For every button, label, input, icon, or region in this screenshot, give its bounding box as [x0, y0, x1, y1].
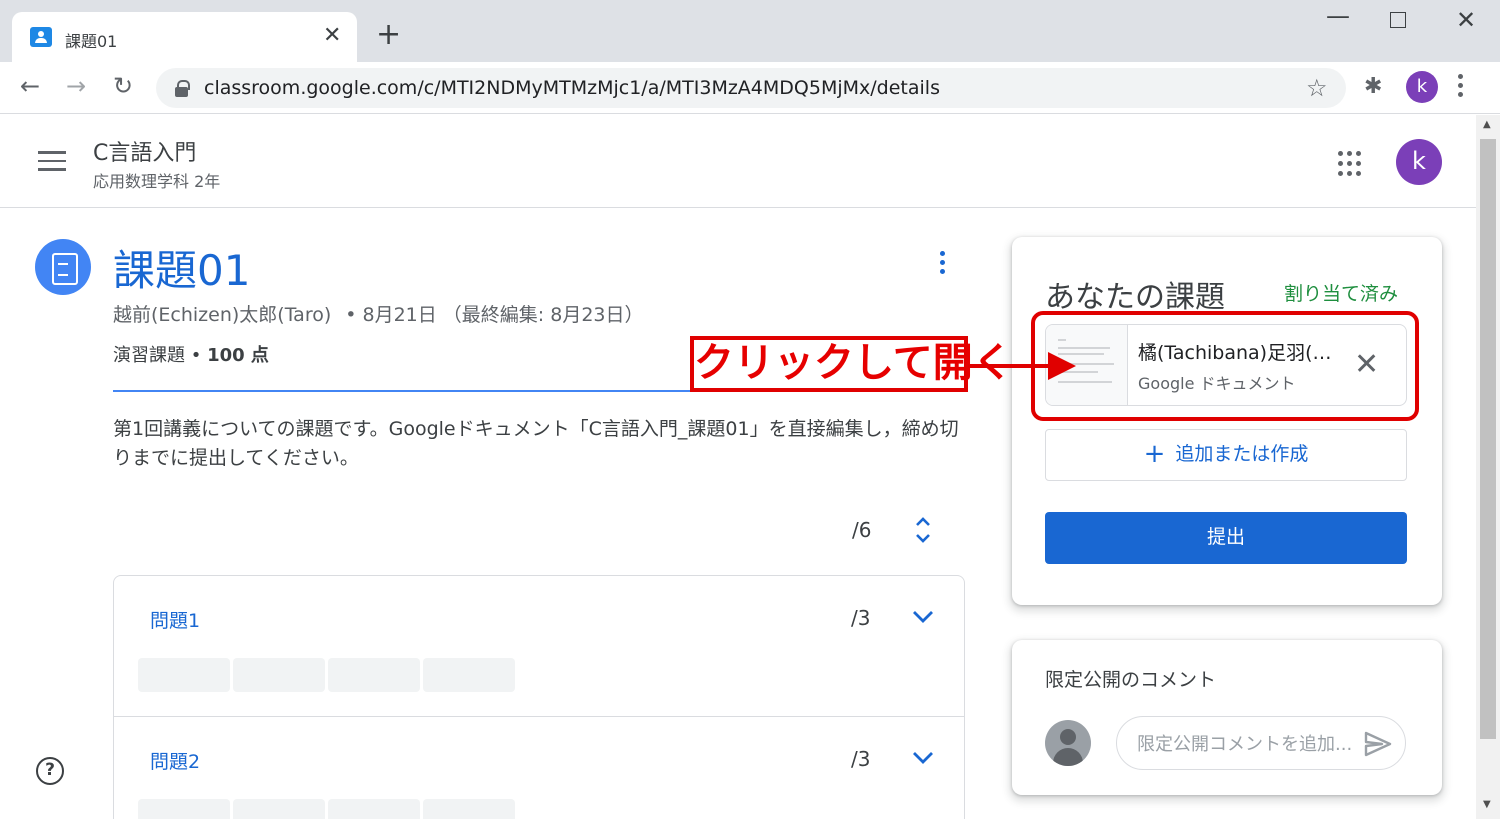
- scroll-up-arrow-icon[interactable]: ▲: [1483, 119, 1491, 130]
- private-comments-title: 限定公開のコメント: [1045, 669, 1217, 691]
- address-bar[interactable]: classroom.google.com/c/MTI2NDMyMTMzMjc1/…: [156, 68, 1346, 108]
- scroll-down-arrow-icon[interactable]: ▼: [1483, 799, 1491, 810]
- assignment-points: 演習課題 • 100 点: [113, 345, 269, 366]
- url-text[interactable]: classroom.google.com/c/MTI2NDMyMTMzMjc1/…: [204, 77, 940, 99]
- lock-icon[interactable]: [175, 80, 190, 97]
- browser-toolbar: ← → ↻ classroom.google.com/c/MTI2NDMyMTM…: [0, 62, 1500, 114]
- more-options-icon[interactable]: [940, 251, 948, 281]
- plus-icon: +: [1143, 439, 1166, 469]
- header-divider: [113, 390, 693, 392]
- points-value: 100 点: [207, 345, 269, 366]
- window-maximize-button[interactable]: [1390, 12, 1406, 28]
- send-icon[interactable]: [1363, 730, 1393, 758]
- browser-tabstrip: 課題01 ✕ + — ✕: [0, 0, 1500, 62]
- google-apps-icon[interactable]: [1338, 151, 1364, 177]
- criterion-score: /3: [851, 747, 871, 771]
- annotation-label: クリックして開く: [690, 336, 1013, 392]
- criterion-name[interactable]: 問題2: [150, 747, 200, 774]
- total-score: /6: [852, 518, 872, 542]
- assignment-title: 課題01: [113, 246, 251, 295]
- status-badge: 割り当て済み: [1284, 283, 1399, 305]
- add-or-create-button[interactable]: + 追加または作成: [1045, 429, 1407, 481]
- rubric-criterion[interactable]: 問題2 /3: [114, 716, 964, 819]
- private-comments-card: 限定公開のコメント: [1012, 640, 1442, 795]
- classroom-favicon-icon: [30, 27, 52, 47]
- class-section: 応用数理学科 2年: [93, 172, 221, 191]
- assignment-author: 越前(Echizen)太郎(Taro): [113, 304, 332, 326]
- classroom-page: C言語入門 応用数理学科 2年 k 課題01 越前(Echizen)太郎(Tar…: [0, 115, 1476, 819]
- classroom-header: C言語入門 応用数理学科 2年 k: [0, 115, 1476, 208]
- rubric-criterion[interactable]: 問題1 /3: [114, 576, 964, 716]
- back-icon[interactable]: ←: [20, 72, 40, 100]
- bookmark-star-icon[interactable]: ☆: [1306, 74, 1328, 102]
- tab-close-icon[interactable]: ✕: [323, 23, 341, 48]
- submit-button[interactable]: 提出: [1045, 512, 1407, 564]
- help-icon[interactable]: ?: [36, 757, 64, 785]
- rubric: 問題1 /3 問題2 /3: [113, 575, 965, 819]
- forward-icon[interactable]: →: [66, 72, 86, 100]
- browser-menu-icon[interactable]: [1458, 74, 1464, 102]
- assignment-category: 演習課題: [113, 345, 185, 366]
- your-work-card: あなたの課題 割り当て済み 橘(Tachibana)足羽(Asuwa)_C言語入…: [1012, 237, 1442, 605]
- criterion-name[interactable]: 問題1: [150, 606, 200, 633]
- private-comment-input[interactable]: [1137, 731, 1352, 757]
- browser-tab[interactable]: 課題01 ✕: [12, 12, 357, 62]
- page-scrollbar[interactable]: ▲ ▼: [1476, 115, 1500, 819]
- private-comment-field[interactable]: [1116, 716, 1406, 770]
- window-close-button[interactable]: ✕: [1456, 6, 1476, 34]
- account-avatar[interactable]: k: [1396, 139, 1442, 185]
- your-work-title: あなたの課題: [1045, 280, 1225, 315]
- scroll-thumb[interactable]: [1480, 139, 1496, 739]
- criterion-levels: [138, 658, 518, 696]
- browser-profile-avatar[interactable]: k: [1406, 71, 1438, 103]
- new-tab-button[interactable]: +: [376, 20, 401, 50]
- window-minimize-button[interactable]: —: [1326, 2, 1350, 30]
- tab-title: 課題01: [65, 32, 118, 51]
- assignment-date: • 8月21日 （最終編集: 8月23日）: [345, 304, 644, 326]
- reload-icon[interactable]: ↻: [113, 72, 133, 100]
- class-name[interactable]: C言語入門: [93, 135, 196, 167]
- criterion-score: /3: [851, 606, 871, 630]
- annotation-highlight-box: [1031, 311, 1419, 421]
- assignment-description: 第1回講義についての課題です。Googleドキュメント「C言語入門_課題01」を…: [113, 418, 959, 469]
- add-or-create-label: 追加または作成: [1175, 443, 1309, 465]
- criterion-levels: [138, 799, 518, 819]
- assignment-meta: 越前(Echizen)太郎(Taro) • 8月21日 （最終編集: 8月23日）: [113, 300, 644, 327]
- expand-all-icon[interactable]: [914, 515, 932, 545]
- extensions-puzzle-icon[interactable]: ✱: [1364, 74, 1382, 99]
- chevron-down-icon[interactable]: [912, 751, 934, 765]
- assignment-icon: [35, 239, 91, 295]
- hamburger-menu-icon[interactable]: [38, 151, 66, 171]
- user-avatar: [1045, 720, 1091, 766]
- chevron-down-icon[interactable]: [912, 610, 934, 624]
